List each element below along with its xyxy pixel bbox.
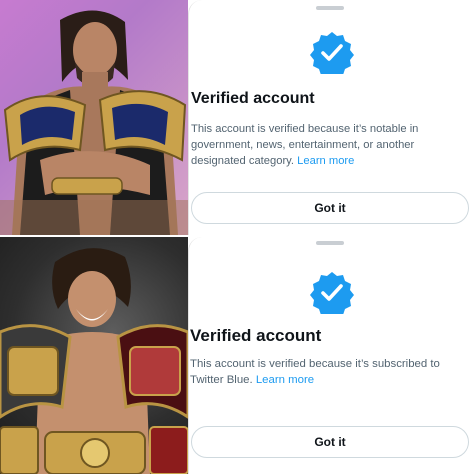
got-it-button[interactable]: Got it xyxy=(191,426,469,458)
wrestler-photo-top xyxy=(0,0,188,235)
sheet-grabber-handle[interactable] xyxy=(316,6,344,10)
sheet-grabber-handle[interactable] xyxy=(316,241,344,245)
description-text: This account is verified because it’s su… xyxy=(190,358,440,386)
dialog-title: Verified account xyxy=(190,326,322,345)
wrestler-photo-bottom xyxy=(0,237,188,474)
dialog-title: Verified account xyxy=(191,90,315,107)
wrestler-image-top xyxy=(0,10,188,235)
dialog-description: This account is verified because it’s no… xyxy=(191,121,471,169)
verified-badge-icon xyxy=(310,32,354,74)
wrestler-image-bottom xyxy=(0,248,188,474)
dialog-description: This account is verified because it’s su… xyxy=(190,356,470,388)
learn-more-link[interactable]: Learn more xyxy=(256,374,314,386)
learn-more-link[interactable]: Learn more xyxy=(297,155,354,167)
verified-badge-icon xyxy=(310,272,354,314)
verified-dialog-bottom: Verified account This account is verifie… xyxy=(188,237,474,474)
verified-dialog-top: Verified account This account is verifie… xyxy=(188,0,474,235)
got-it-button[interactable]: Got it xyxy=(191,192,469,224)
